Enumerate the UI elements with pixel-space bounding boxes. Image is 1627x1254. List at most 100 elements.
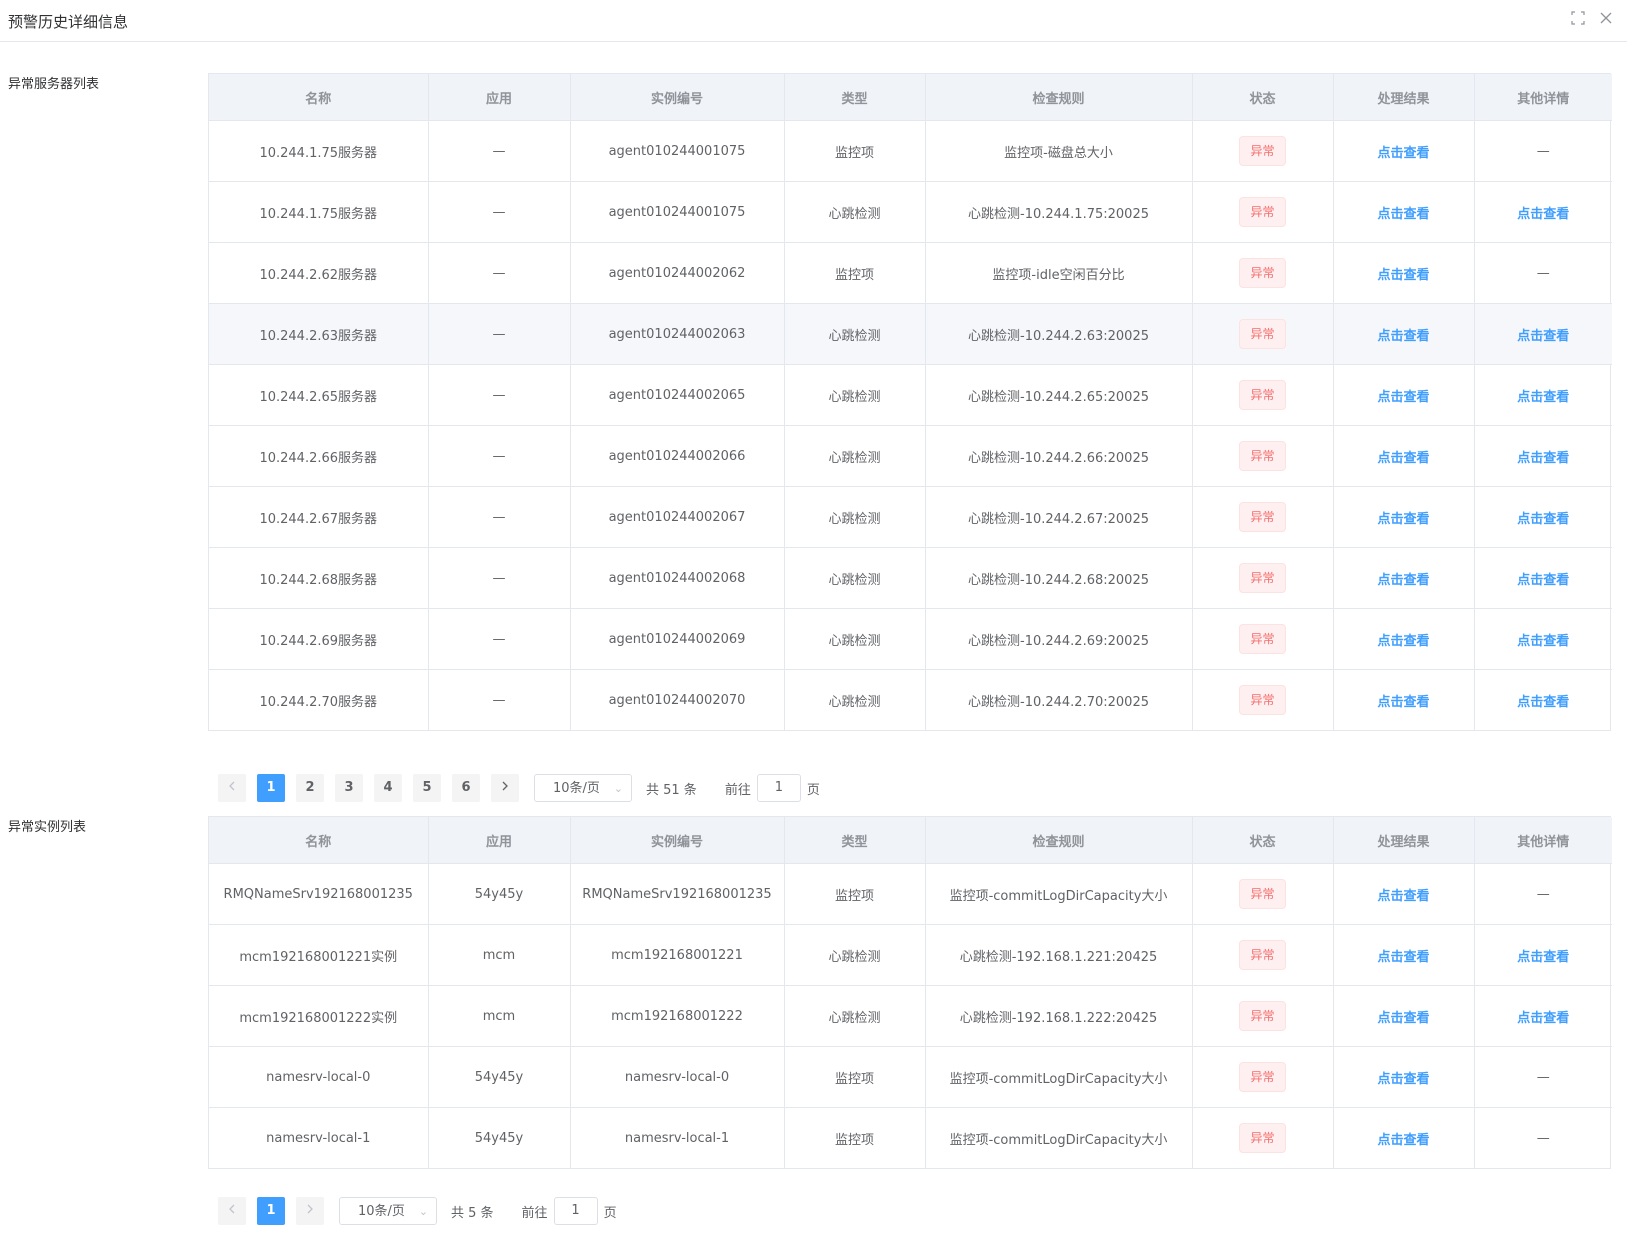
view-result-link[interactable]: 点击查看 <box>1377 451 1429 466</box>
page-unit-label: 页 <box>603 1205 617 1221</box>
view-detail-link[interactable]: 点击查看 <box>1517 950 1569 965</box>
chevron-down-icon: ⌄ <box>613 782 623 795</box>
table-row[interactable]: 10.244.2.68服务器 — agent010244002068 心跳检测 心跳检测… <box>209 547 1612 609</box>
view-result-link[interactable]: 点击查看 <box>1377 634 1429 649</box>
cell-app: mcm <box>428 924 571 986</box>
view-result-link[interactable]: 点击查看 <box>1377 268 1429 283</box>
cell-type: 心跳检测 <box>784 364 926 426</box>
table-row[interactable]: RMQNameSrv192168001235 54y45y RMQNameSrv19… <box>209 863 1612 925</box>
cell-app: — <box>428 425 571 487</box>
view-result-link[interactable]: 点击查看 <box>1377 889 1429 904</box>
table-row[interactable]: 10.244.2.66服务器 — agent010244002066 心跳检测 心跳检测… <box>209 425 1612 487</box>
cell-detail: — <box>1474 863 1612 925</box>
view-result-link[interactable]: 点击查看 <box>1377 573 1429 588</box>
view-detail-link[interactable]: 点击查看 <box>1517 451 1569 466</box>
cell-result: 点击查看 <box>1333 486 1475 548</box>
cell-type: 监控项 <box>784 1107 926 1168</box>
table-row[interactable]: 10.244.1.75服务器 — agent010244001075 监控项 监控项-磁… <box>209 120 1612 182</box>
cell-instance: agent010244002065 <box>570 364 785 426</box>
status-badge: 异常 <box>1239 319 1286 349</box>
view-detail-link[interactable]: 点击查看 <box>1517 634 1569 649</box>
cell-name: 10.244.2.70服务器 <box>209 669 429 730</box>
view-result-link[interactable]: 点击查看 <box>1377 1011 1429 1026</box>
goto-page-input[interactable] <box>756 774 801 802</box>
cell-detail: 点击查看 <box>1474 425 1612 487</box>
cell-instance: agent010244002066 <box>570 425 785 487</box>
status-badge: 异常 <box>1239 136 1286 166</box>
view-result-link[interactable]: 点击查看 <box>1377 146 1429 161</box>
cell-instance: agent010244001075 <box>570 181 785 243</box>
cell-status: 异常 <box>1192 985 1334 1047</box>
page-button[interactable]: 3 <box>335 774 363 802</box>
cell-name: 10.244.2.65服务器 <box>209 364 429 426</box>
fullscreen-icon[interactable] <box>1569 9 1587 27</box>
table-row[interactable]: 10.244.2.63服务器 — agent010244002063 心跳检测 心跳检测… <box>209 303 1612 365</box>
cell-name: 10.244.1.75服务器 <box>209 120 429 182</box>
table-row[interactable]: namesrv-local-0 54y45y namesrv-local-0 监控项监… <box>209 1046 1612 1108</box>
view-result-link[interactable]: 点击查看 <box>1377 390 1429 405</box>
cell-result: 点击查看 <box>1333 1107 1475 1168</box>
cell-status: 异常 <box>1192 1107 1334 1168</box>
cell-type: 心跳检测 <box>784 608 926 670</box>
view-result-link[interactable]: 点击查看 <box>1377 512 1429 527</box>
view-detail-link[interactable]: 点击查看 <box>1517 1011 1569 1026</box>
table-row[interactable]: namesrv-local-1 54y45y namesrv-local-1 监控项监… <box>209 1107 1612 1168</box>
next-page-button[interactable] <box>491 774 519 802</box>
page-button[interactable]: 6 <box>452 774 480 802</box>
table-row[interactable]: 10.244.2.69服务器 — agent010244002069 心跳检测 心跳检测… <box>209 608 1612 670</box>
prev-page-button[interactable] <box>218 1197 246 1225</box>
view-detail-link[interactable]: 点击查看 <box>1517 390 1569 405</box>
cell-rule: 监控项-commitLogDirCapacity大小 <box>925 863 1193 925</box>
cell-detail: — <box>1536 1130 1550 1146</box>
table-row[interactable]: 10.244.1.75服务器 — agent010244001075 心跳检测 心跳检测… <box>209 181 1612 243</box>
cell-type: 监控项 <box>784 1046 926 1108</box>
table-row[interactable]: 10.244.2.65服务器 — agent010244002065 心跳检测 心跳检测… <box>209 364 1612 426</box>
cell-type: 监控项 <box>784 863 926 925</box>
column-header: 其他详情 <box>1474 74 1612 121</box>
page-button[interactable]: 5 <box>413 774 441 802</box>
view-result-link[interactable]: 点击查看 <box>1377 207 1429 222</box>
cell-name: mcm192168001222实例 <box>209 985 429 1047</box>
table-row[interactable]: mcm192168001222实例 mcm mcm192168001222 心跳检测心… <box>209 985 1612 1047</box>
page-size-select[interactable]: 10条/页 ⌄ <box>534 774 632 802</box>
cell-status: 异常 <box>1192 486 1334 548</box>
cell-detail: 点击查看 <box>1474 608 1612 670</box>
view-result-link[interactable]: 点击查看 <box>1377 950 1429 965</box>
cell-status: 异常 <box>1192 425 1334 487</box>
table-row[interactable]: 10.244.2.67服务器 — agent010244002067 心跳检测 心跳检测… <box>209 486 1612 548</box>
cell-name: namesrv-local-0 <box>209 1046 429 1108</box>
page-button[interactable]: 1 <box>257 1197 285 1225</box>
page-button[interactable]: 1 <box>257 774 285 802</box>
table-row[interactable]: mcm192168001221实例 mcm mcm192168001221 心跳检测心… <box>209 924 1612 986</box>
table-row[interactable]: 10.244.2.70服务器 — agent010244002070 心跳检测 心跳检测… <box>209 669 1612 730</box>
table-row[interactable]: 10.244.2.62服务器 — agent010244002062 监控项 监控项-i… <box>209 242 1612 304</box>
cell-rule: 监控项-磁盘总大小 <box>925 120 1193 182</box>
view-detail-link[interactable]: 点击查看 <box>1517 329 1569 344</box>
view-result-link[interactable]: 点击查看 <box>1377 1133 1429 1148</box>
cell-rule: 监控项-commitLogDirCapacity大小 <box>925 1107 1193 1168</box>
page-size-select[interactable]: 10条/页 ⌄ <box>339 1197 437 1225</box>
view-result-link[interactable]: 点击查看 <box>1377 1072 1429 1087</box>
cell-type: 心跳检测 <box>784 486 926 548</box>
view-result-link[interactable]: 点击查看 <box>1377 695 1429 710</box>
cell-app: — <box>428 669 571 730</box>
cell-app: — <box>428 242 571 304</box>
cell-detail: 点击查看 <box>1474 303 1612 365</box>
page-button[interactable]: 4 <box>374 774 402 802</box>
column-header: 名称 <box>209 817 429 864</box>
view-detail-link[interactable]: 点击查看 <box>1517 207 1569 222</box>
view-detail-link[interactable]: 点击查看 <box>1517 573 1569 588</box>
next-page-button[interactable] <box>296 1197 324 1225</box>
view-result-link[interactable]: 点击查看 <box>1377 329 1429 344</box>
cell-app: — <box>428 120 571 182</box>
prev-page-button[interactable] <box>218 774 246 802</box>
goto-page-input[interactable] <box>553 1197 598 1225</box>
view-detail-link[interactable]: 点击查看 <box>1517 512 1569 527</box>
column-header: 其他详情 <box>1474 817 1612 864</box>
close-icon[interactable] <box>1597 9 1615 27</box>
cell-status: 异常 <box>1192 120 1334 182</box>
page-button[interactable]: 2 <box>296 774 324 802</box>
cell-type: 监控项 <box>784 120 926 182</box>
cell-type: 心跳检测 <box>784 303 926 365</box>
view-detail-link[interactable]: 点击查看 <box>1517 695 1569 710</box>
